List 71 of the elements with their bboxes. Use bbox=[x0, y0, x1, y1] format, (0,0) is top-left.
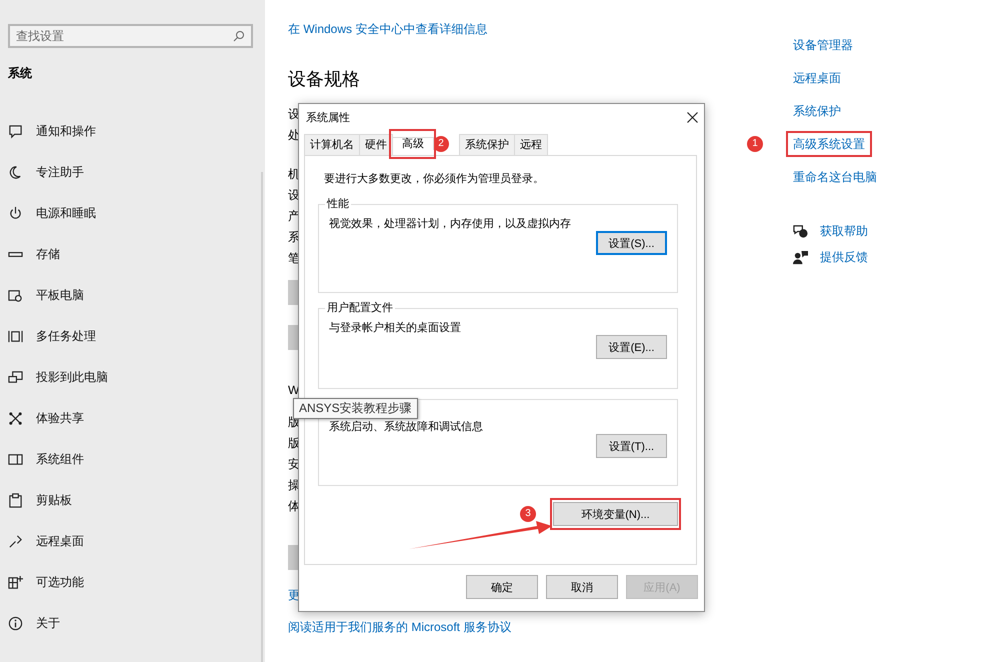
grid-plus-icon bbox=[8, 575, 23, 590]
sidebar-item[interactable]: 关于 bbox=[36, 615, 60, 632]
sidebar-item[interactable]: 电源和睡眠 bbox=[36, 205, 96, 222]
tab[interactable]: 硬件 bbox=[359, 134, 393, 155]
sidebar-item[interactable]: 存储 bbox=[36, 246, 60, 263]
section-title: 系统 bbox=[8, 65, 32, 81]
spec-text: 版 bbox=[288, 435, 300, 451]
projector-icon bbox=[8, 370, 23, 385]
sidebar-item[interactable]: 可选功能 bbox=[36, 574, 84, 591]
message-icon bbox=[8, 124, 23, 139]
related-link[interactable]: 重命名这台电脑 bbox=[793, 170, 877, 184]
sidebar-item[interactable]: 平板电脑 bbox=[36, 287, 84, 304]
settings-button[interactable]: 设置(T)... bbox=[596, 434, 667, 458]
partial-button[interactable] bbox=[288, 280, 298, 305]
spec-text: 设 bbox=[288, 187, 300, 203]
tab[interactable]: 计算机名 bbox=[304, 134, 360, 155]
sidebar-item[interactable]: 剪贴板 bbox=[36, 492, 72, 509]
feedback-icon bbox=[793, 250, 808, 264]
link-text[interactable]: 更 bbox=[288, 587, 300, 603]
tab[interactable]: 高级 bbox=[392, 137, 434, 150]
info-icon bbox=[8, 616, 23, 631]
agreement-link[interactable]: 阅读适用于我们服务的 Microsoft 服务协议 bbox=[288, 619, 512, 635]
environment-variables-button[interactable]: 环境变量(N)... bbox=[553, 502, 678, 526]
tab[interactable]: 系统保护 bbox=[459, 134, 515, 155]
related-link[interactable]: 设备管理器 bbox=[793, 38, 853, 52]
help-chat-icon bbox=[793, 224, 808, 238]
clipboard-icon bbox=[8, 493, 23, 508]
group-description: 与登录帐户相关的桌面设置 bbox=[329, 321, 462, 335]
group-title: 用户配置文件 bbox=[326, 301, 394, 315]
spec-text: 处 bbox=[288, 127, 300, 143]
group-description: 视觉效果，处理器计划，内存使用，以及虚拟内存 bbox=[329, 217, 572, 231]
help-link[interactable]: 提供反馈 bbox=[820, 248, 868, 266]
partial-button[interactable] bbox=[288, 545, 298, 570]
sidebar-item[interactable]: 体验共享 bbox=[36, 410, 84, 427]
related-link[interactable]: 系统保护 bbox=[793, 104, 841, 118]
tab[interactable]: 远程 bbox=[514, 134, 548, 155]
sidebar-item[interactable]: 专注助手 bbox=[36, 164, 84, 181]
spec-text: 设 bbox=[288, 106, 300, 122]
remote-icon bbox=[8, 534, 23, 549]
group-description: 系统启动、系统故障和调试信息 bbox=[329, 420, 484, 434]
multitask-icon bbox=[8, 329, 23, 344]
dialog-button[interactable]: 确定 bbox=[466, 575, 538, 599]
sidebar-item[interactable]: 投影到此电脑 bbox=[36, 369, 108, 386]
share-icon bbox=[8, 411, 23, 426]
tablet-icon bbox=[8, 288, 23, 303]
group-title: 性能 bbox=[326, 197, 350, 211]
power-icon bbox=[8, 206, 23, 221]
settings-button[interactable]: 设置(S)... bbox=[596, 231, 667, 255]
help-link[interactable]: 获取帮助 bbox=[820, 222, 868, 240]
step-badge: 3 bbox=[520, 506, 536, 522]
dialog-title: 系统属性 bbox=[306, 110, 350, 124]
sidebar-item[interactable]: 系统组件 bbox=[36, 451, 84, 468]
related-link[interactable]: 远程桌面 bbox=[793, 71, 841, 85]
dialog-button[interactable]: 取消 bbox=[546, 575, 618, 599]
sidebar-item[interactable]: 多任务处理 bbox=[36, 328, 96, 345]
step-badge: 2 bbox=[433, 136, 449, 152]
step-tooltip: ANSYS安装教程步骤 bbox=[293, 398, 418, 419]
settings-button[interactable]: 设置(E)... bbox=[596, 335, 667, 359]
sidebar-item[interactable]: 通知和操作 bbox=[36, 123, 96, 140]
sidebar-item[interactable]: 远程桌面 bbox=[36, 533, 84, 550]
search-field[interactable]: 查找设置 bbox=[8, 24, 253, 48]
admin-note: 要进行大多数更改，你必须作为管理员登录。 bbox=[324, 172, 545, 187]
search-icon bbox=[233, 30, 245, 42]
partial-button[interactable] bbox=[288, 325, 298, 350]
panel-icon bbox=[8, 452, 23, 467]
close-icon[interactable] bbox=[687, 112, 698, 122]
section-heading: 设备规格 bbox=[288, 68, 360, 90]
step-badge: 1 bbox=[747, 136, 763, 152]
moon-icon bbox=[8, 165, 23, 180]
security-link[interactable]: 在 Windows 安全中心中查看详细信息 bbox=[288, 21, 488, 37]
related-link[interactable]: 高级系统设置 bbox=[793, 137, 865, 151]
